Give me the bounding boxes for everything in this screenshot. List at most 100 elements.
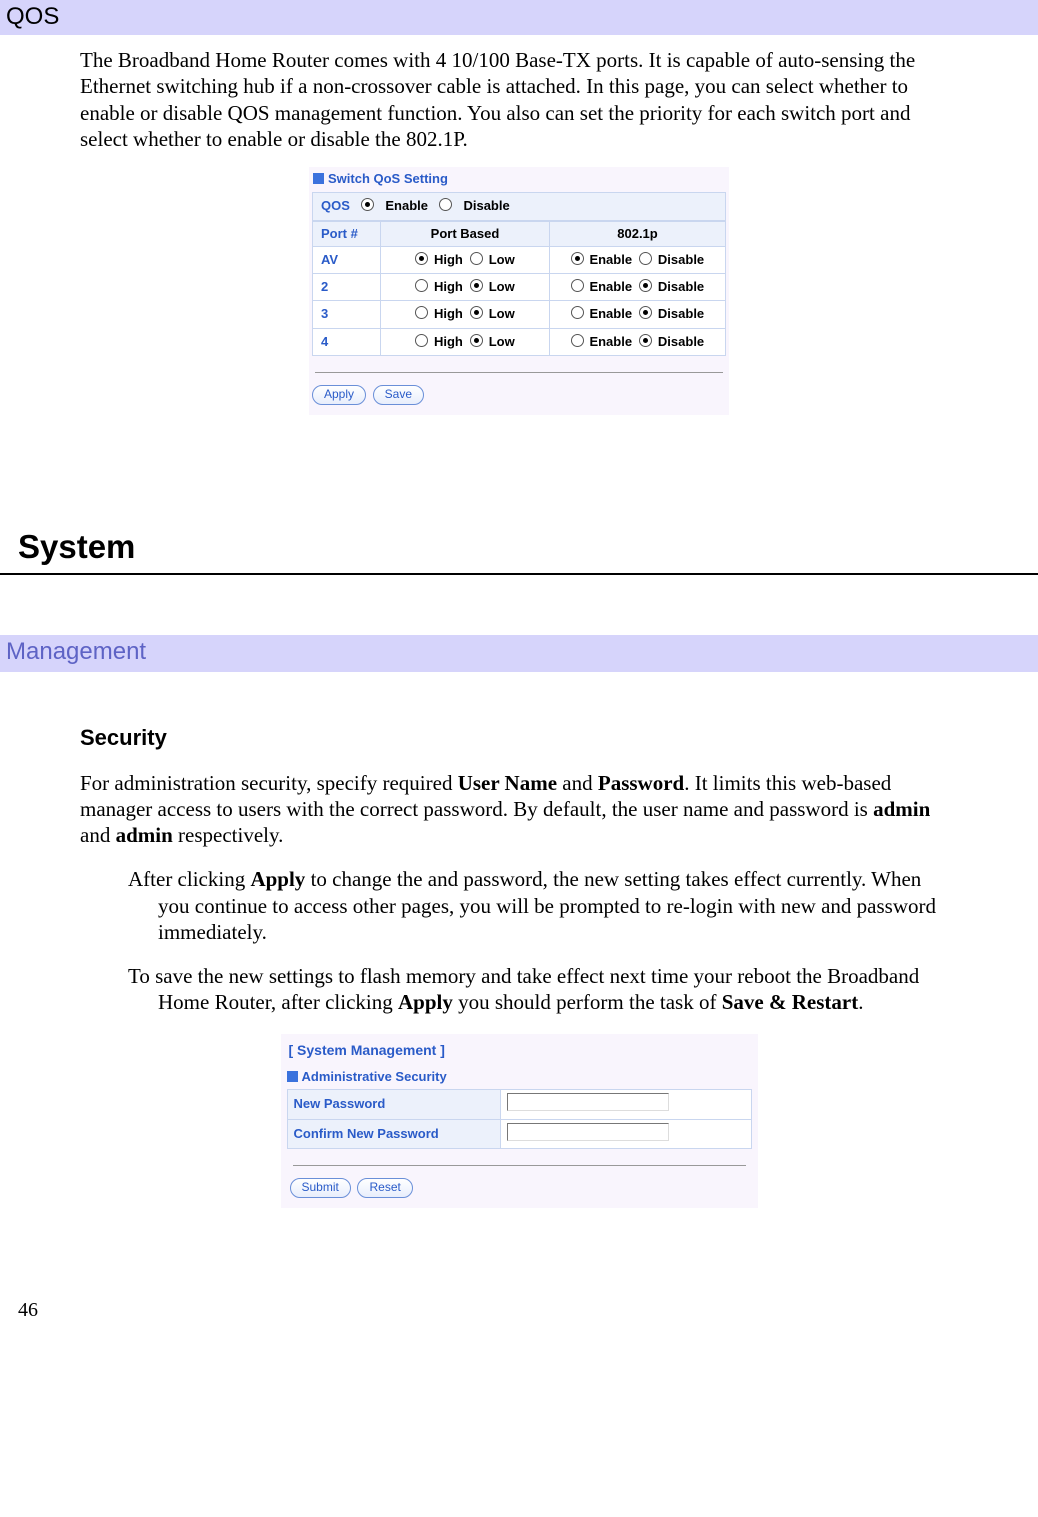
port-cell: 2 [313,274,381,301]
admin-security-table: New Password Confirm New Password [287,1089,752,1149]
security-para: For administration security, specify req… [80,770,958,849]
dot1p-cell: Enable Disable [550,274,726,301]
disable-label: Disable [658,279,704,294]
security-notes: After clicking Apply to change the and p… [128,866,958,1015]
t: you should perform the task of [453,990,722,1014]
enable-label: Enable [589,334,632,349]
sys-panel-head: [ System Management ] [287,1040,752,1070]
table-row: 4 High Low Enable Disable [313,328,726,355]
apply-button[interactable]: Apply [312,385,366,405]
qos-panel-title-text: Switch QoS Setting [328,171,448,186]
confirm-password-input[interactable] [507,1123,669,1141]
low-radio[interactable] [470,279,483,292]
table-row: 3 High Low Enable Disable [313,301,726,328]
t: and [557,771,598,795]
management-heading: Management [0,635,1038,672]
bold-password: Password [598,771,684,795]
dot1p-cell: Enable Disable [550,328,726,355]
reset-button[interactable]: Reset [357,1178,412,1198]
table-row: AV High Low Enable Disable [313,246,726,273]
system-management-panel: [ System Management ] Administrative Sec… [281,1034,758,1208]
high-radio[interactable] [415,279,428,292]
page-number: 46 [18,1298,1038,1323]
qos-panel-title: Switch QoS Setting [309,167,729,192]
low-radio[interactable] [470,306,483,319]
high-label: High [434,252,463,267]
high-label: High [434,334,463,349]
save-button[interactable]: Save [373,385,424,405]
enable-label: Enable [589,279,632,294]
portbased-cell: High Low [381,328,550,355]
security-heading: Security [80,724,958,752]
portbased-cell: High Low [381,274,550,301]
portbased-cell: High Low [381,246,550,273]
note-2: To save the new settings to flash memory… [128,963,958,1016]
qos-enable-row: QOS Enable Disable [312,192,726,220]
low-radio[interactable] [470,334,483,347]
bold-admin: admin [116,823,173,847]
system-heading: System [18,526,1038,567]
col-portbased: Port Based [381,221,550,246]
disable-label: Disable [658,334,704,349]
bold-save-restart: Save & Restart [722,990,858,1014]
note-1: After clicking Apply to change the and p… [128,866,958,945]
table-row: 2 High Low Enable Disable [313,274,726,301]
qos-enable-radio[interactable] [361,198,374,211]
enable-radio[interactable] [571,334,584,347]
qos-panel: Switch QoS Setting QOS Enable Disable Po… [308,166,730,416]
enable-label: Enable [589,252,632,267]
new-password-input[interactable] [507,1093,669,1111]
admin-security-title: Administrative Security [287,1069,752,1089]
new-password-cell [500,1090,751,1119]
disable-radio[interactable] [639,279,652,292]
enable-radio[interactable] [571,306,584,319]
portbased-cell: High Low [381,301,550,328]
col-8021p: 802.1p [550,221,726,246]
port-cell: 4 [313,328,381,355]
square-icon [313,173,324,184]
dot1p-cell: Enable Disable [550,246,726,273]
divider [315,372,723,373]
high-radio[interactable] [415,252,428,265]
t: . [858,990,863,1014]
disable-label: Disable [658,252,704,267]
low-label: Low [489,252,515,267]
divider [293,1165,746,1166]
confirm-password-label: Confirm New Password [287,1119,500,1148]
dot1p-cell: Enable Disable [550,301,726,328]
bold-apply: Apply [250,867,305,891]
qos-disable-label: Disable [463,198,509,213]
new-password-label: New Password [287,1090,500,1119]
disable-label: Disable [658,306,704,321]
t: respectively. [173,823,284,847]
qos-disable-radio[interactable] [439,198,452,211]
disable-radio[interactable] [639,334,652,347]
port-cell: AV [313,246,381,273]
high-radio[interactable] [415,334,428,347]
high-label: High [434,279,463,294]
high-label: High [434,306,463,321]
t: For administration security, specify req… [80,771,458,795]
enable-radio[interactable] [571,252,584,265]
submit-button[interactable]: Submit [290,1178,351,1198]
qos-enable-label: Enable [385,198,428,213]
port-cell: 3 [313,301,381,328]
qos-section-header: QOS [0,0,1038,35]
low-radio[interactable] [470,252,483,265]
admin-security-title-text: Administrative Security [302,1069,447,1084]
disable-radio[interactable] [639,306,652,319]
t: After clicking [128,867,250,891]
col-port: Port # [313,221,381,246]
enable-radio[interactable] [571,279,584,292]
confirm-password-cell [500,1119,751,1148]
qos-intro: The Broadband Home Router comes with 4 1… [80,47,958,152]
qos-table: Port # Port Based 802.1p AV High Low Ena… [312,221,726,356]
bold-apply: Apply [398,990,453,1014]
low-label: Low [489,306,515,321]
low-label: Low [489,279,515,294]
qos-label: QOS [321,198,350,213]
disable-radio[interactable] [639,252,652,265]
high-radio[interactable] [415,306,428,319]
t: and [80,823,116,847]
low-label: Low [489,334,515,349]
